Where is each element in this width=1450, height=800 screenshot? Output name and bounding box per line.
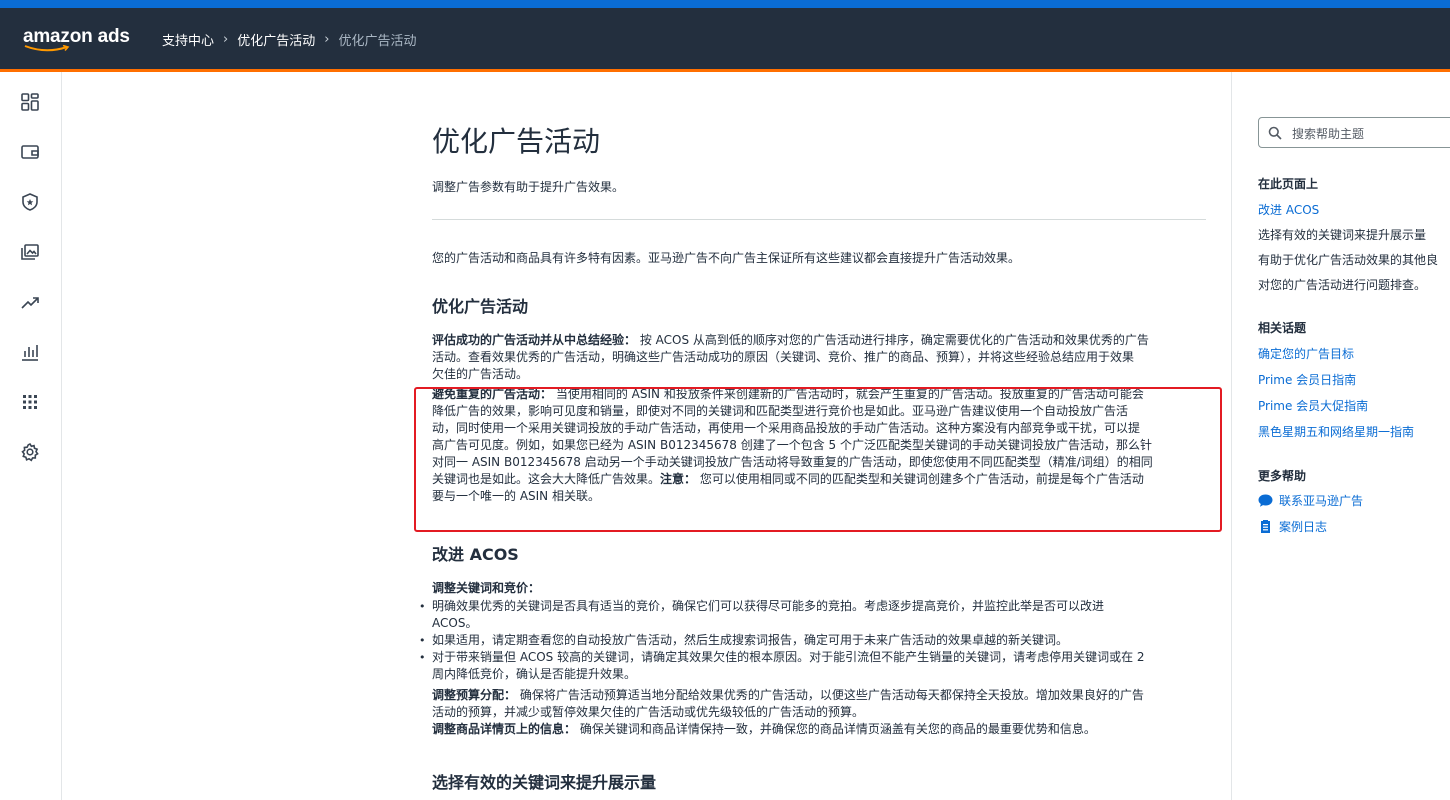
breadcrumb-support-center[interactable]: 支持中心 (162, 30, 214, 49)
top-stripe (0, 0, 1450, 8)
list-item-text: ACOS。 (432, 616, 478, 630)
evaluate-text-line: 欠佳的广告活动。 (432, 367, 529, 381)
trend-icon[interactable] (20, 292, 40, 312)
settings-icon[interactable] (20, 442, 40, 462)
search-placeholder: 搜索帮助主题 (1292, 127, 1365, 141)
breadcrumb-optimize-campaigns[interactable]: 优化广告活动 (237, 30, 315, 49)
dashboard-icon[interactable] (20, 92, 40, 112)
list-item-text: 对于带来销量但 ACOS 较高的关键词，请确定其效果欠佳的根本原因。对于能引流但… (432, 650, 1145, 664)
list-item: 对于带来销量但 ACOS 较高的关键词，请确定其效果欠佳的根本原因。对于能引流但… (419, 649, 1206, 683)
divider (432, 219, 1206, 220)
case-log-label: 案例日志 (1279, 520, 1328, 534)
contact-amazon-ads-link[interactable]: 联系亚马逊广告 (1258, 492, 1363, 509)
apps-grid-icon[interactable] (20, 392, 40, 412)
adjust-budget-label: 调整预算分配： (432, 688, 517, 702)
adjust-budget-paragraph: 调整预算分配： 确保将广告活动预算适当地分配给效果优秀的广告活动，以便这些广告活… (432, 687, 1206, 738)
adjust-detail-text: 确保关键词和商品详情保持一致，并确保您的商品详情页涵盖有关您的商品的最重要优势和… (579, 722, 1096, 736)
adjust-budget-text-line: 确保将广告活动预算适当地分配给效果优秀的广告活动，以便这些广告活动每天都保持全天… (519, 688, 1144, 702)
avoid-duplicate-text-line: 高广告可见度。例如，如果您已经为 ASIN B012345678 创建了一个包含… (432, 438, 1152, 452)
help-search-input[interactable]: 搜索帮助主题 (1258, 117, 1450, 148)
toc-item-keywords[interactable]: 选择有效的关键词来提升展示量 (1258, 226, 1426, 243)
list-item: 明确效果优秀的关键词是否具有适当的竞价，确保它们可以获得尽可能多的竞拍。考虑逐步… (419, 598, 1206, 632)
intro-paragraph: 您的广告活动和商品具有许多特有因素。亚马逊广告不向广告主保证所有这些建议都会直接… (432, 251, 1021, 265)
chevron-right-icon: › (324, 32, 330, 47)
page-title: 优化广告活动 (432, 125, 601, 158)
evaluate-text-line: 活动。查看效果优秀的广告活动，明确这些广告活动成功的原因（关键词、竞价、推广的商… (432, 350, 1135, 364)
related-link-prime-day[interactable]: Prime 会员日指南 (1258, 371, 1356, 388)
page-subtitle: 调整广告参数有助于提升广告效果。 (432, 180, 625, 194)
media-icon[interactable] (20, 242, 40, 262)
right-panel: 搜索帮助主题 在此页面上 改进 ACOS 选择有效的关键词来提升展示量 有助于优… (1231, 72, 1450, 800)
toc-item-improve-acos[interactable]: 改进 ACOS (1258, 201, 1319, 218)
keyword-bullet-list: 明确效果优秀的关键词是否具有适当的竞价，确保它们可以获得尽可能多的竞拍。考虑逐步… (419, 598, 1206, 683)
breadcrumb-current-page: 优化广告活动 (338, 34, 417, 49)
left-sidebar (0, 72, 62, 800)
avoid-duplicate-text-line: 当使用相同的 ASIN 和投放条件来创建新的广告活动时，就会产生重复的广告活动。… (555, 387, 1144, 401)
list-item-text: 如果适用，请定期查看您的自动投放广告活动，然后生成搜索词报告，确定可用于未来广告… (432, 633, 1069, 647)
search-icon (1268, 126, 1282, 140)
avoid-duplicate-text-line: 关键词也是如此。这会大大降低广告效果。 (432, 472, 661, 486)
adjust-keyword-label: 调整关键词和竞价： (432, 581, 541, 595)
more-help-heading: 更多帮助 (1258, 469, 1307, 483)
on-this-page-heading: 在此页面上 (1258, 177, 1319, 191)
bar-chart-icon[interactable] (20, 342, 40, 362)
chevron-right-icon: › (223, 32, 229, 47)
related-link-ad-goals[interactable]: 确定您的广告目标 (1258, 345, 1354, 362)
contact-amazon-ads-label: 联系亚马逊广告 (1279, 494, 1364, 508)
note-text: 您可以使用相同或不同的匹配类型和关键词创建多个广告活动，前提是每个广告活动 (699, 472, 1144, 486)
avoid-duplicate-text-line: 动，同时使用一个采用关键词投放的手动广告活动，再使用一个采用商品投放的手动广告活… (432, 421, 1141, 435)
breadcrumb: 支持中心 › 优化广告活动 › 优化广告活动 (162, 30, 416, 49)
list-item: 如果适用，请定期查看您的自动投放广告活动，然后生成搜索词报告，确定可用于未来广告… (419, 632, 1206, 649)
adjust-budget-text-line: 活动的预算，并减少或暂停效果欠佳的广告活动或优先级较低的广告活动的预算。 (432, 705, 865, 719)
section-heading-improve-acos: 改进 ACOS (432, 545, 519, 564)
wallet-icon[interactable] (20, 142, 40, 162)
note-label: 注意： (660, 472, 697, 486)
related-link-prime-big-deal[interactable]: Prime 会员大促指南 (1258, 397, 1368, 414)
list-item-text: 明确效果优秀的关键词是否具有适当的竞价，确保它们可以获得尽可能多的竞拍。考虑逐步… (432, 599, 1105, 613)
shield-icon[interactable] (20, 192, 40, 212)
chat-bubble-icon (1258, 494, 1273, 507)
evaluate-text-line: 按 ACOS 从高到低的顺序对您的广告活动进行排序，确定需要优化的广告活动和效果… (639, 333, 1149, 347)
related-topics-heading: 相关话题 (1258, 321, 1307, 335)
list-item-text: 周内降低竞价，确认是否能提升效果。 (432, 667, 637, 681)
logo-smile-icon (24, 45, 70, 52)
section-heading-keywords: 选择有效的关键词来提升展示量 (432, 773, 657, 792)
toc-item-troubleshoot[interactable]: 对您的广告活动进行问题排查。 (1258, 276, 1426, 293)
related-link-black-friday[interactable]: 黑色星期五和网络星期一指南 (1258, 423, 1414, 440)
avoid-duplicate-label: 避免重复的广告活动： (432, 387, 553, 401)
note-text: 要与一个唯一的 ASIN 相关联。 (432, 489, 600, 503)
case-log-link[interactable]: 案例日志 (1258, 518, 1327, 535)
adjust-detail-label: 调整商品详情页上的信息： (432, 722, 577, 736)
clipboard-icon (1261, 520, 1270, 533)
avoid-duplicate-text-line: 对同一 ASIN B012345678 启动另一个手动关键词投放广告活动将导致重… (432, 455, 1153, 469)
avoid-duplicate-text-line: 降低广告的效果，影响可见度和销量，即使对不同的关键词和匹配类型进行竞价也是如此。… (432, 404, 1129, 418)
evaluate-campaigns-paragraph: 评估成功的广告活动并从中总结经验： 按 ACOS 从高到低的顺序对您的广告活动进… (432, 332, 1206, 383)
evaluate-label: 评估成功的广告活动并从中总结经验： (432, 333, 637, 347)
avoid-duplicate-paragraph: 避免重复的广告活动： 当使用相同的 ASIN 和投放条件来创建新的广告活动时，就… (432, 386, 1206, 505)
adjust-keyword-label-row: 调整关键词和竞价： (432, 580, 1206, 597)
section-heading-optimize: 优化广告活动 (432, 297, 529, 316)
toc-item-other-tips[interactable]: 有助于优化广告活动效果的其他良 (1258, 251, 1438, 268)
